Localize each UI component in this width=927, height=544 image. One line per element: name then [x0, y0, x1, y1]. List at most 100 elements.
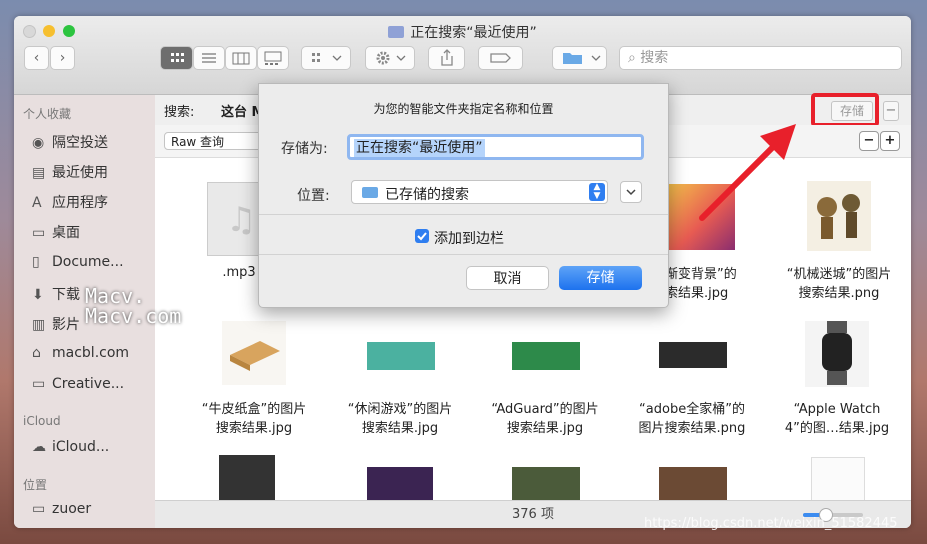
image-thumbnail[interactable] [367, 467, 433, 500]
action-button[interactable] [365, 46, 415, 70]
image-thumbnail[interactable] [659, 342, 727, 368]
sidebar-item-movies[interactable]: ▥ 影片 [32, 314, 80, 334]
sidebar-item-home[interactable]: ⌂ macbl.com [32, 345, 129, 361]
file-name-line2: 搜索结果.png [798, 286, 880, 301]
sidebar-item-applications[interactable]: A 应用程序 [32, 192, 108, 212]
sidebar-item-label: zuoer [52, 501, 92, 517]
gallery-view-button[interactable] [257, 46, 289, 70]
group-icon [312, 53, 342, 62]
add-to-sidebar-checkbox[interactable] [415, 229, 429, 243]
location-value: 已存储的搜索 [385, 187, 469, 203]
sidebar-item-icloud[interactable]: ☁ iCloud... [32, 439, 109, 455]
airdrop-icon: ◉ [32, 135, 45, 151]
magnifier-icon: ⌕ [628, 50, 641, 66]
dialog-heading: 为您的智能文件夹指定名称和位置 [373, 102, 554, 116]
save-button[interactable]: 存储 [559, 266, 642, 290]
tag-icon [490, 53, 511, 63]
image-thumbnail[interactable] [367, 342, 435, 370]
sidebar-item-desktop[interactable]: ▭ 桌面 [32, 222, 80, 242]
file-name-line1: 渐变背景”的 [665, 267, 737, 282]
recents-icon: ▤ [32, 165, 46, 181]
save-as-field[interactable]: 正在搜索“最近使用” [347, 134, 644, 160]
chevron-down-icon [626, 189, 636, 196]
file-item[interactable]: “Apple Watch 4”的图…结果.jpg [765, 400, 909, 438]
remove-scope-button[interactable]: − [883, 101, 899, 121]
image-thumbnail[interactable] [805, 321, 869, 387]
file-item[interactable]: “机械迷城”的图片 搜索结果.png [767, 265, 911, 303]
save-as-label: 存储为: [281, 141, 328, 157]
file-name-line1: “牛皮纸盒”的图片 [201, 402, 307, 417]
sidebar-item-documents[interactable]: ▯ Docume... [32, 254, 124, 270]
expand-button[interactable] [620, 181, 642, 203]
image-thumbnail[interactable] [807, 181, 871, 251]
column-view-icon [232, 52, 250, 65]
svg-text:♫: ♫ [226, 200, 256, 240]
image-thumbnail[interactable] [512, 467, 580, 500]
remove-criteria-button[interactable]: − [859, 131, 879, 151]
file-name-line2: 搜索结果.jpg [506, 421, 584, 436]
column-view-button[interactable] [225, 46, 257, 70]
group-by-button[interactable] [301, 46, 351, 70]
location-select[interactable]: 已存储的搜索 ▲ ▼ [351, 180, 608, 204]
image-thumbnail[interactable] [222, 321, 286, 385]
divider [259, 214, 668, 215]
file-item[interactable]: “AdGuard”的图片 搜索结果.jpg [473, 400, 617, 438]
cloud-icon: ☁ [32, 439, 46, 455]
grid-view-icon [171, 53, 184, 62]
file-item[interactable]: 渐变背景”的 索结果.jpg [665, 265, 765, 303]
checkmark-icon [417, 232, 427, 241]
criteria-field-select[interactable]: Raw 查询 [164, 132, 262, 150]
smart-folder-icon [388, 26, 405, 38]
sidebar-item-zuoer[interactable]: ▭ zuoer [32, 501, 91, 517]
search-placeholder: 搜索 [640, 50, 669, 66]
icon-view-button[interactable] [160, 46, 193, 70]
sidebar-item-creative[interactable]: ▭ Creative... [32, 376, 124, 392]
tag-button[interactable] [478, 46, 523, 70]
movies-icon: ▥ [32, 317, 46, 333]
file-item[interactable]: “休闲游戏”的图片 搜索结果.jpg [328, 400, 472, 438]
divider [259, 254, 668, 255]
share-button[interactable] [428, 46, 465, 70]
file-name-line2: 图片搜索结果.png [638, 421, 746, 436]
window-title: 正在搜索“最近使用” [14, 22, 911, 42]
annotation-arrow [699, 124, 796, 221]
location-label: 位置: [297, 188, 330, 204]
image-thumbnail[interactable] [659, 467, 727, 500]
folder-icon [563, 53, 601, 64]
add-criteria-button[interactable]: + [880, 131, 900, 151]
add-to-sidebar-label: 添加到边栏 [434, 231, 504, 247]
search-field[interactable]: ⌕ 搜索 [619, 46, 902, 70]
window-title-text: 正在搜索“最近使用” [410, 25, 537, 41]
locations-header: 位置 [23, 478, 48, 492]
item-count: 376 项 [512, 507, 554, 522]
criteria-field-label: Raw 查询 [171, 135, 225, 149]
sidebar-item-downloads[interactable]: ⬇ 下载 [32, 284, 80, 304]
file-item[interactable]: “牛皮纸盒”的图片 搜索结果.jpg [182, 400, 326, 438]
desktop-icon: ▭ [32, 225, 46, 241]
sidebar-item-label: 最近使用 [52, 165, 108, 181]
list-view-button[interactable] [193, 46, 225, 70]
sidebar-item-label: Creative... [52, 376, 125, 392]
share-icon [441, 49, 453, 66]
cancel-button[interactable]: 取消 [466, 266, 549, 290]
icloud-header: iCloud [23, 414, 61, 428]
file-name-line2: 4”的图…结果.jpg [784, 421, 890, 436]
forward-button[interactable]: › [50, 46, 75, 70]
home-icon: ⌂ [32, 345, 41, 361]
watch-icon [822, 321, 852, 385]
file-item[interactable]: “adobe全家桶”的 图片搜索结果.png [620, 400, 764, 438]
file-name-line1: “AdGuard”的图片 [491, 402, 599, 417]
sidebar-item-airdrop[interactable]: ◉ 隔空投送 [32, 132, 108, 152]
gallery-view-icon [264, 51, 282, 65]
save-as-value: 正在搜索“最近使用” [354, 139, 485, 157]
highlight-box [811, 93, 879, 127]
image-thumbnail[interactable] [219, 455, 275, 500]
sidebar-item-recents[interactable]: ▤ 最近使用 [32, 162, 108, 182]
image-thumbnail[interactable] [512, 342, 580, 370]
sidebar-item-label: Docume... [52, 254, 124, 270]
back-button[interactable]: ‹ [24, 46, 49, 70]
document-thumbnail[interactable] [811, 457, 865, 502]
file-name-line1: .mp3 [222, 265, 256, 280]
folder-menu-button[interactable] [552, 46, 607, 70]
folder-icon: ▭ [32, 376, 46, 392]
